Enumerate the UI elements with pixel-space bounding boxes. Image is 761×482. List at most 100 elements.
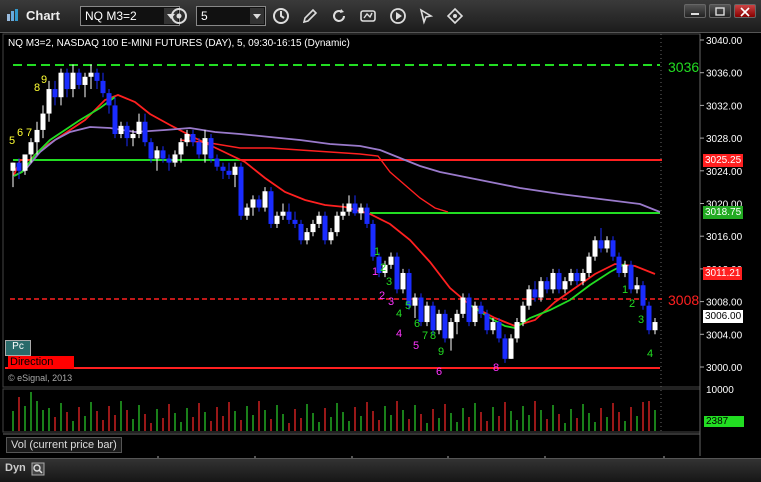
candle-body (82, 76, 88, 85)
candle-body (148, 142, 154, 159)
candle-body (508, 338, 514, 359)
candle-body (430, 305, 436, 331)
candle-body (340, 211, 346, 216)
pc-button[interactable]: Pc (5, 340, 31, 356)
candle-body (94, 72, 100, 81)
red-dashed-label: 3008 (668, 292, 700, 308)
candle-body (334, 215, 340, 233)
candle-body (190, 134, 196, 143)
candle-body (232, 166, 238, 175)
interval-value: 5 (201, 9, 208, 23)
candle-body (10, 162, 16, 171)
symbol-value: NQ M3=2 (85, 9, 137, 23)
chart-app-icon (7, 9, 18, 21)
interval-input[interactable]: 5 (196, 6, 266, 26)
candle-body (496, 322, 502, 339)
candle-body (634, 285, 640, 290)
candle-body (484, 313, 490, 331)
candle-body (598, 240, 604, 249)
count-label: 3 (638, 314, 645, 326)
play-icon[interactable] (389, 7, 407, 25)
candle-body (358, 207, 364, 214)
chart-canvas[interactable]: 3040.003036.003032.003028.003024.003020.… (0, 32, 761, 458)
candle-body (448, 322, 454, 339)
candle-body (112, 105, 118, 135)
candle-body (586, 256, 592, 273)
count-label: 4 (396, 328, 403, 340)
volume-panel-label[interactable]: Vol (current price bar) (6, 437, 122, 453)
candle-body (322, 215, 328, 241)
candle-body (550, 272, 556, 290)
candle-body (88, 72, 94, 77)
candle-body (442, 313, 448, 339)
candle-body (562, 281, 568, 290)
candle-body (316, 215, 322, 224)
chart-description: NQ M3=2, NASDAQ 100 E-MINI FUTURES (DAY)… (8, 38, 350, 49)
candle-body (64, 72, 70, 90)
zoom-icon[interactable] (31, 462, 45, 476)
link-icon[interactable] (446, 7, 464, 25)
candle-body (76, 72, 82, 85)
minimize-icon (691, 13, 699, 15)
volume-tick-label: 10000 (706, 385, 734, 396)
count-label: 2 (629, 298, 636, 310)
count-label: 4 (647, 348, 654, 360)
candle-body (172, 154, 178, 163)
candle-body (574, 272, 580, 282)
clock-icon[interactable] (272, 7, 290, 25)
count-label: 7 (26, 127, 33, 139)
count-label: 4 (396, 308, 403, 320)
price-tick-label: 3000.00 (706, 363, 743, 374)
candle-body (628, 264, 634, 290)
cursor-icon[interactable] (417, 7, 435, 25)
maximize-icon (715, 7, 725, 16)
candle-body (538, 281, 544, 298)
count-label: 8 (430, 330, 437, 342)
direction-label: Direction (8, 356, 74, 369)
count-label: 9 (41, 74, 48, 86)
maximize-button[interactable] (709, 4, 731, 18)
candle-body (16, 162, 22, 171)
status-bar: Dyn (0, 458, 761, 482)
close-icon (740, 7, 750, 17)
candle-body (454, 313, 460, 323)
refresh-icon[interactable] (330, 7, 348, 25)
count-label: 1 (622, 284, 629, 296)
candle-body (178, 142, 184, 155)
candle-body (262, 191, 268, 208)
last-price-tag: 3006.00 (703, 310, 744, 323)
candle-body (622, 264, 628, 273)
price-tick-label: 3024.00 (706, 167, 743, 178)
candle-body (394, 256, 400, 290)
interval-settings-icon[interactable] (170, 7, 188, 25)
count-label: 1 (372, 266, 379, 278)
minimize-button[interactable] (684, 4, 706, 18)
symbol-input[interactable]: NQ M3=2 (80, 6, 180, 26)
candle-body (220, 166, 226, 171)
candle-body (520, 305, 526, 323)
candle-body (400, 272, 406, 290)
price-tick-label: 3036.00 (706, 69, 743, 80)
price-tick-label: 3028.00 (706, 134, 743, 145)
close-button[interactable] (734, 4, 756, 18)
draw-tool-icon[interactable] (301, 7, 319, 25)
candle-body (544, 281, 550, 290)
candle-body (142, 121, 148, 143)
candle-body (472, 305, 478, 323)
candle-body (346, 203, 352, 212)
count-label: 6 (436, 366, 443, 378)
candle-body (154, 150, 160, 159)
candle-body (514, 322, 520, 339)
candle-body (202, 138, 208, 155)
studies-icon[interactable] (359, 7, 377, 25)
candle-body (256, 199, 262, 208)
count-label: 2 (380, 262, 387, 274)
interval-dropdown[interactable] (250, 8, 264, 24)
price-tick-label: 3004.00 (706, 330, 743, 341)
candle-body (304, 232, 310, 241)
price-axis: 3040.003036.003032.003028.003024.003020.… (700, 36, 743, 374)
candle-body (100, 80, 106, 94)
volume-current-tag: 2387 (704, 416, 744, 427)
candle-body (160, 150, 166, 159)
candle-body (184, 134, 190, 143)
